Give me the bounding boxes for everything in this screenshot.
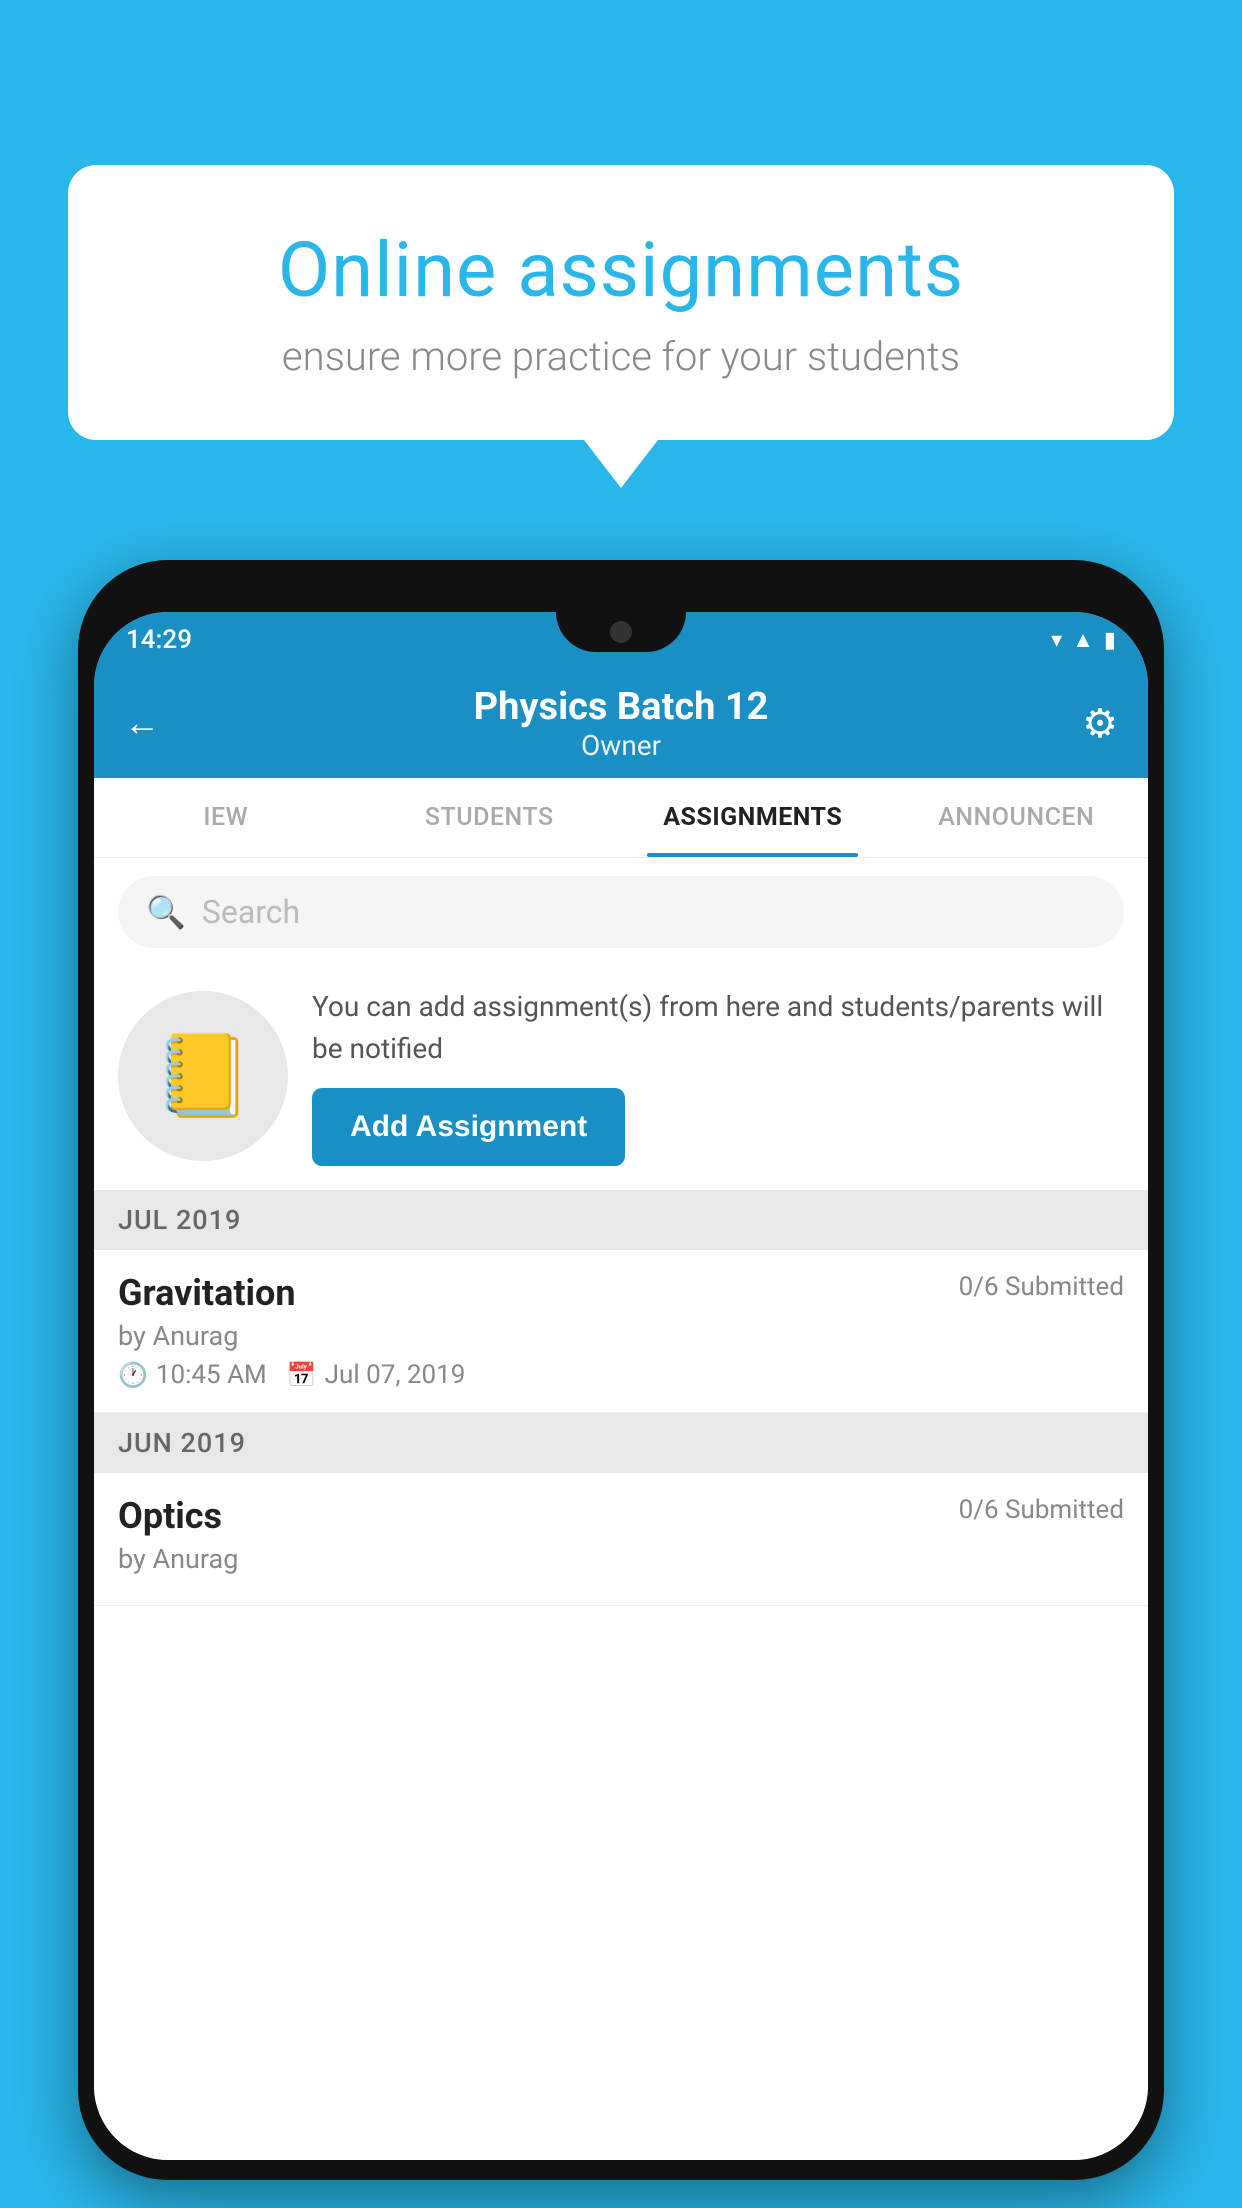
signal-icon: ▲: [1072, 627, 1094, 653]
search-placeholder-text: Search: [202, 893, 300, 931]
tab-students[interactable]: STUDENTS: [358, 778, 622, 857]
content-area: 🔍 Search 📒 You can add assignment(s) fro…: [94, 858, 1148, 2160]
promo-icon-circle: 📒: [118, 991, 288, 1161]
settings-icon[interactable]: ⚙: [1082, 700, 1118, 747]
assignment-submitted: 0/6 Submitted: [959, 1272, 1124, 1302]
speech-bubble-container: Online assignments ensure more practice …: [68, 165, 1174, 440]
meta-time: 🕐 10:45 AM: [118, 1360, 267, 1390]
back-button[interactable]: ←: [124, 702, 160, 744]
assignment-meta: 🕐 10:45 AM 📅 Jul 07, 2019: [118, 1360, 1124, 1390]
top-bar-center: Physics Batch 12 Owner: [474, 685, 769, 762]
speech-bubble-subtitle: ensure more practice for your students: [148, 333, 1094, 380]
status-time: 14:29: [126, 625, 192, 655]
speech-bubble-title: Online assignments: [148, 225, 1094, 315]
batch-role: Owner: [474, 729, 769, 762]
assignment-time: 10:45 AM: [156, 1360, 267, 1390]
assignment-title: Gravitation: [118, 1272, 296, 1314]
promo-section: 📒 You can add assignment(s) from here an…: [94, 966, 1148, 1190]
promo-text: You can add assignment(s) from here and …: [312, 986, 1124, 1070]
phone-frame: 14:29 ▾ ▲ ▮ ← Physics Batch 12 Owner ⚙ I…: [78, 560, 1164, 2180]
search-bar-container: 🔍 Search: [94, 858, 1148, 966]
assignment-date: Jul 07, 2019: [325, 1360, 466, 1390]
meta-date: 📅 Jul 07, 2019: [287, 1360, 466, 1390]
screen-content: ← Physics Batch 12 Owner ⚙ IEW STUDENTS …: [94, 668, 1148, 2160]
battery-icon: ▮: [1104, 628, 1116, 653]
tab-announcements[interactable]: ANNOUNCEN: [885, 778, 1149, 857]
add-assignment-button[interactable]: Add Assignment: [312, 1088, 625, 1166]
assignment-item-optics[interactable]: Optics 0/6 Submitted by Anurag: [94, 1473, 1148, 1606]
speech-bubble: Online assignments ensure more practice …: [68, 165, 1174, 440]
batch-title: Physics Batch 12: [474, 685, 769, 729]
assignment-author-optics: by Anurag: [118, 1543, 1124, 1575]
phone-notch: [556, 612, 686, 652]
clock-icon: 🕐: [118, 1361, 148, 1389]
tab-overview[interactable]: IEW: [94, 778, 358, 857]
promo-right: You can add assignment(s) from here and …: [312, 986, 1124, 1166]
tabs-bar: IEW STUDENTS ASSIGNMENTS ANNOUNCEN: [94, 778, 1148, 858]
front-camera: [610, 621, 632, 643]
search-icon: 🔍: [146, 893, 186, 931]
tab-assignments[interactable]: ASSIGNMENTS: [621, 778, 885, 857]
phone-screen: 14:29 ▾ ▲ ▮ ← Physics Batch 12 Owner ⚙ I…: [94, 612, 1148, 2160]
assignment-author: by Anurag: [118, 1320, 1124, 1352]
month-header-jul: JUL 2019: [94, 1190, 1148, 1250]
app-top-bar: ← Physics Batch 12 Owner ⚙: [94, 668, 1148, 778]
search-bar[interactable]: 🔍 Search: [118, 876, 1124, 948]
status-icons: ▾ ▲ ▮: [1051, 627, 1116, 653]
month-header-jun: JUN 2019: [94, 1413, 1148, 1473]
assignment-submitted-optics: 0/6 Submitted: [959, 1495, 1124, 1525]
notebook-icon: 📒: [153, 1029, 253, 1123]
assignment-item-gravitation[interactable]: Gravitation 0/6 Submitted by Anurag 🕐 10…: [94, 1250, 1148, 1413]
assignment-title-optics: Optics: [118, 1495, 222, 1537]
assignment-top-row: Gravitation 0/6 Submitted: [118, 1272, 1124, 1314]
assignment-top-row-optics: Optics 0/6 Submitted: [118, 1495, 1124, 1537]
wifi-icon: ▾: [1051, 628, 1062, 653]
calendar-icon: 📅: [287, 1361, 317, 1389]
